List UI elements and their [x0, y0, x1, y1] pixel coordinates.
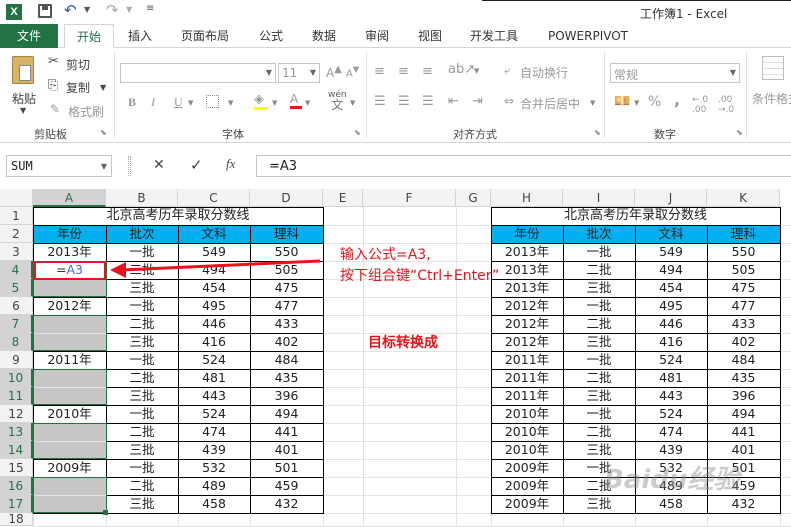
- increase-font-icon[interactable]: A▲: [326, 64, 342, 80]
- ribbon-tab-bar: 文件 开始 插入 页面布局 公式 数据 审阅 视图 开发工具 POWERPIVO…: [0, 24, 791, 48]
- merge-center-button[interactable]: 合并后居中: [520, 95, 580, 112]
- align-left-icon[interactable]: ☰: [374, 94, 386, 109]
- copy-button[interactable]: 复制: [66, 79, 90, 96]
- font-color-icon[interactable]: A: [290, 92, 302, 109]
- fill-color-dropdown-icon[interactable]: ▼: [272, 99, 277, 107]
- formula-bar: SUM ▼ ✕ ✓ fx =A3: [0, 150, 791, 182]
- border-dropdown-icon[interactable]: ▼: [228, 99, 233, 107]
- orientation-icon[interactable]: ab↗: [448, 62, 475, 77]
- save-icon[interactable]: [38, 4, 52, 18]
- annotation-line2: 按下组合键“Ctrl+Enter”: [340, 268, 500, 284]
- align-middle-icon[interactable]: ≡: [398, 64, 409, 79]
- wrap-text-button[interactable]: 自动换行: [520, 64, 568, 81]
- underline-dropdown-icon[interactable]: ▼: [188, 99, 193, 107]
- name-box[interactable]: SUM ▼: [6, 155, 112, 177]
- currency-dropdown-icon[interactable]: ▼: [634, 99, 639, 107]
- bold-button[interactable]: B: [128, 95, 136, 110]
- paste-dropdown-icon[interactable]: ▼: [20, 106, 26, 115]
- increase-decimal-icon[interactable]: ←.0.00: [692, 95, 708, 115]
- merge-center-icon[interactable]: ⇔: [504, 94, 514, 108]
- underline-button[interactable]: U: [174, 95, 183, 110]
- tab-formulas[interactable]: 公式: [259, 24, 283, 48]
- align-bottom-icon[interactable]: ≡: [422, 64, 433, 79]
- tab-home[interactable]: 开始: [64, 24, 114, 48]
- phonetic-dropdown-icon[interactable]: ▼: [350, 99, 355, 107]
- conditional-format-button[interactable]: 条件格式: [752, 90, 791, 107]
- comma-button[interactable]: ,: [674, 90, 680, 109]
- tab-insert[interactable]: 插入: [128, 24, 152, 48]
- font-size-combo[interactable]: 11 ▼: [278, 63, 320, 83]
- undo-icon[interactable]: ↶: [64, 1, 77, 19]
- redo-dropdown-icon[interactable]: ▼: [126, 5, 132, 14]
- window-title: 工作簿1 - Excel: [640, 7, 728, 21]
- font-size-value: 11: [282, 66, 298, 80]
- align-center-icon[interactable]: ☰: [398, 94, 410, 109]
- annotation-target-label: 目标转换成: [368, 335, 438, 351]
- cancel-icon[interactable]: ✕: [153, 157, 165, 173]
- tab-powerpivot[interactable]: POWERPIVOT: [548, 24, 628, 48]
- font-color-dropdown-icon[interactable]: ▼: [305, 99, 310, 107]
- tab-review[interactable]: 审阅: [365, 24, 389, 48]
- format-painter-icon[interactable]: ✎: [50, 102, 60, 116]
- ribbon: 粘贴 ▼ ✂ 剪切 ⎘ 复制 ▼ ✎ 格式刷 剪贴板 ⬊ ▼ 11 ▼ A▲ A▼…: [0, 48, 791, 143]
- copy-dropdown-icon[interactable]: ▼: [100, 83, 106, 92]
- name-box-value: SUM: [11, 159, 33, 173]
- cut-button[interactable]: 剪切: [66, 56, 90, 73]
- paste-icon[interactable]: [12, 56, 34, 84]
- formula-text: =A3: [269, 159, 298, 174]
- clipboard-group-label: 剪贴板: [34, 128, 67, 141]
- tab-data[interactable]: 数据: [312, 24, 336, 48]
- decrease-decimal-icon[interactable]: .00 →.0: [718, 95, 734, 115]
- font-name-combo[interactable]: ▼: [120, 63, 276, 83]
- format-painter-button[interactable]: 格式刷: [68, 103, 104, 120]
- increase-indent-icon[interactable]: ⇥: [472, 94, 483, 109]
- align-right-icon[interactable]: ☰: [422, 94, 434, 109]
- name-box-dropdown-icon[interactable]: ▼: [101, 162, 107, 171]
- alignment-launcher-icon[interactable]: ⬊: [594, 128, 601, 137]
- formula-input[interactable]: =A3: [256, 155, 791, 177]
- conditional-format-icon[interactable]: [762, 56, 784, 80]
- clipboard-launcher-icon[interactable]: ⬊: [100, 128, 107, 137]
- currency-icon[interactable]: 💴: [614, 94, 630, 109]
- customize-qat-icon[interactable]: ≡: [146, 3, 154, 14]
- wrap-text-icon[interactable]: ⤶: [504, 63, 511, 78]
- insert-function-icon[interactable]: fx: [226, 156, 235, 172]
- fill-color-icon[interactable]: ◈: [254, 92, 268, 110]
- decrease-font-icon[interactable]: A▼: [346, 64, 359, 79]
- border-icon[interactable]: [206, 95, 219, 108]
- phonetic-button[interactable]: wén 文: [328, 90, 347, 112]
- tab-file[interactable]: 文件: [0, 24, 58, 48]
- percent-button[interactable]: %: [648, 94, 661, 110]
- tab-developer[interactable]: 开发工具: [470, 24, 518, 48]
- alignment-group-label: 对齐方式: [453, 128, 497, 141]
- orientation-dropdown-icon[interactable]: ▼: [474, 67, 479, 75]
- number-format-value: 常规: [614, 68, 639, 82]
- number-launcher-icon[interactable]: ⬊: [736, 128, 743, 137]
- font-name-dropdown-icon[interactable]: ▼: [266, 68, 272, 77]
- font-launcher-icon[interactable]: ⬊: [354, 128, 361, 137]
- title-bar: X ↶ ▼ ↷ ▼ ≡ 工作簿1 - Excel: [0, 0, 791, 24]
- annotation-line1: 输入公式=A3,: [340, 247, 431, 263]
- undo-dropdown-icon[interactable]: ▼: [84, 5, 90, 14]
- decrease-indent-icon[interactable]: ⇤: [448, 94, 459, 109]
- merge-dropdown-icon[interactable]: ▼: [590, 99, 595, 107]
- font-size-dropdown-icon[interactable]: ▼: [310, 68, 316, 77]
- tab-view[interactable]: 视图: [418, 24, 442, 48]
- tab-page-layout[interactable]: 页面布局: [181, 24, 229, 48]
- number-format-dropdown-icon[interactable]: ▼: [730, 68, 736, 77]
- number-format-combo[interactable]: 常规 ▼: [610, 63, 740, 83]
- enter-icon[interactable]: ✓: [190, 156, 203, 174]
- excel-logo-icon: X: [6, 4, 22, 20]
- worksheet-grid[interactable]: A B C D E F G H I J K 1 2 3 4 5 6 7 8 9 10 11 12 13 14 15 16 17 18 北京…: [0, 189, 791, 527]
- cut-icon[interactable]: ✂: [48, 54, 59, 69]
- italic-button[interactable]: I: [151, 95, 155, 110]
- font-group-label: 字体: [222, 128, 244, 141]
- paste-button[interactable]: 粘贴: [12, 90, 36, 107]
- redo-icon[interactable]: ↷: [106, 1, 119, 19]
- copy-icon[interactable]: ⎘: [48, 78, 58, 93]
- align-top-icon[interactable]: ≡: [374, 64, 385, 79]
- number-group-label: 数字: [654, 128, 676, 141]
- baidu-watermark: Baidu经验: [604, 465, 740, 495]
